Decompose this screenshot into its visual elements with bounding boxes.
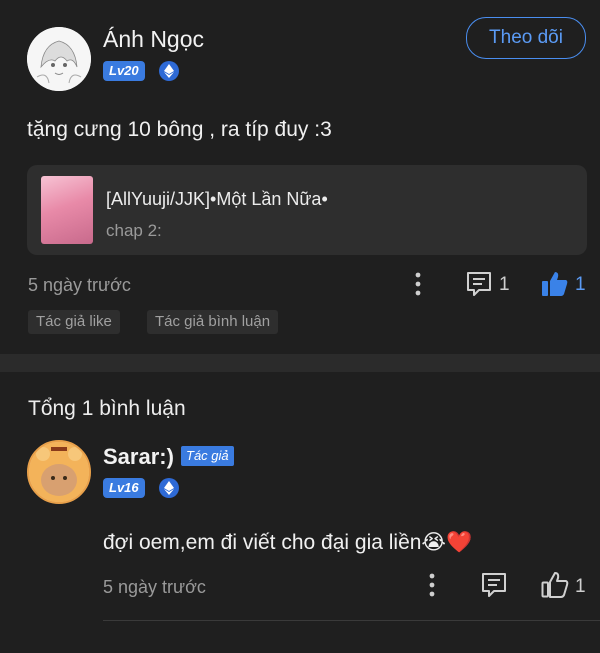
comment-count: 1 [499,274,510,295]
comment-author-name[interactable]: Sarar:) [103,444,174,470]
post-content: tặng cưng 10 bông , ra típ đuy :3 [27,118,332,141]
story-card[interactable]: [AllYuuji/JJK]•Một Lần Nữa• chap 2: [27,165,587,255]
tag-author-comment: Tác giả bình luận [147,310,279,334]
post-author-level-badge: Lv20 [103,61,145,81]
comment-author-level-badge: Lv16 [103,478,145,498]
author-badge: Tác giả [181,446,234,466]
comment-like-count: 1 [575,576,586,597]
thumbs-up-outline-icon[interactable] [540,570,570,600]
story-chapter: chap 2: [106,221,162,240]
post-author-avatar[interactable] [27,27,91,91]
ethereum-icon [159,61,179,81]
more-options-icon[interactable] [411,271,425,297]
comment-content: đợi oem,em đi viết cho đại gia liền😭❤️ [103,531,473,554]
comment-more-options-icon[interactable] [425,572,439,598]
comment-icon[interactable] [465,270,493,298]
story-cover-image [41,176,93,244]
like-count: 1 [575,274,586,295]
story-title: [AllYuuji/JJK]•Một Lần Nữa• [106,189,328,209]
comment-timestamp: 5 ngày trước [103,577,206,597]
comment-author-avatar[interactable] [27,440,91,504]
post-timestamp: 5 ngày trước [28,275,131,295]
post-author-name[interactable]: Ánh Ngọc [103,26,204,53]
thumbs-up-filled-icon[interactable] [540,269,570,299]
comment-bottom-divider [103,620,600,621]
reply-icon[interactable] [480,571,508,599]
tiger-avatar-illustration [29,442,89,502]
tag-author-like: Tác giả like [28,310,120,334]
avatar-illustration [27,27,91,91]
comments-total-heading: Tổng 1 bình luận [28,397,186,420]
follow-button[interactable]: Theo dõi [466,17,586,59]
ethereum-icon [159,478,179,498]
follow-button-label: Theo dõi [489,27,563,48]
section-divider [0,354,600,372]
